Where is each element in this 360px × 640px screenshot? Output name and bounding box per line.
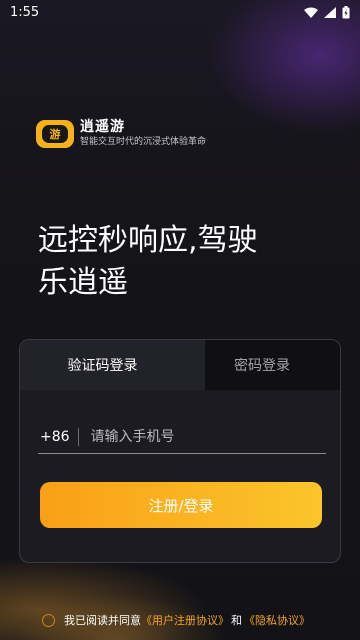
phone-input[interactable] — [90, 428, 326, 445]
status-bar: 1:55 — [0, 0, 360, 24]
app-logo: 游 — [36, 119, 74, 148]
country-code[interactable]: +86 — [40, 429, 70, 445]
agreement-row: 我已阅读并同意 《用户注册协议》 和 《隐私协议》 — [42, 611, 310, 629]
privacy-link[interactable]: 《隐私协议》 — [244, 612, 310, 628]
agreement-prefix: 我已阅读并同意 — [64, 614, 141, 627]
battery-icon — [342, 5, 350, 18]
wifi-icon — [304, 7, 318, 18]
user-agreement-link[interactable]: 《用户注册协议》 — [141, 612, 229, 628]
brand-header: 游 逍遥游 智能交互时代的沉浸式体验革命 — [36, 119, 206, 148]
signal-icon — [324, 6, 336, 18]
headline-line-1: 远控秒响应,驾驶 — [38, 223, 258, 258]
register-login-button[interactable]: 注册/登录 — [40, 482, 322, 528]
page-headline: 远控秒响应,驾驶 乐逍遥 — [38, 220, 328, 304]
field-divider — [77, 427, 79, 446]
brand-slogan: 智能交互时代的沉浸式体验革命 — [80, 137, 207, 147]
agreement-and: 和 — [231, 614, 242, 627]
agree-radio[interactable] — [42, 613, 55, 627]
status-time: 1:55 — [10, 4, 40, 20]
headline-line-2: 乐逍遥 — [38, 265, 128, 300]
logo-glyph: 游 — [42, 124, 68, 143]
login-tabs: 密码登录 验证码登录 — [20, 340, 340, 390]
status-icons — [304, 5, 350, 19]
phone-field: +86 — [38, 420, 326, 454]
brand-text: 逍遥游 智能交互时代的沉浸式体验革命 — [80, 119, 206, 148]
login-card: 密码登录 验证码登录 +86 注册/登录 — [19, 339, 341, 563]
tab-sms-login[interactable]: 验证码登录 — [20, 340, 205, 390]
brand-name: 逍遥游 — [80, 119, 125, 135]
